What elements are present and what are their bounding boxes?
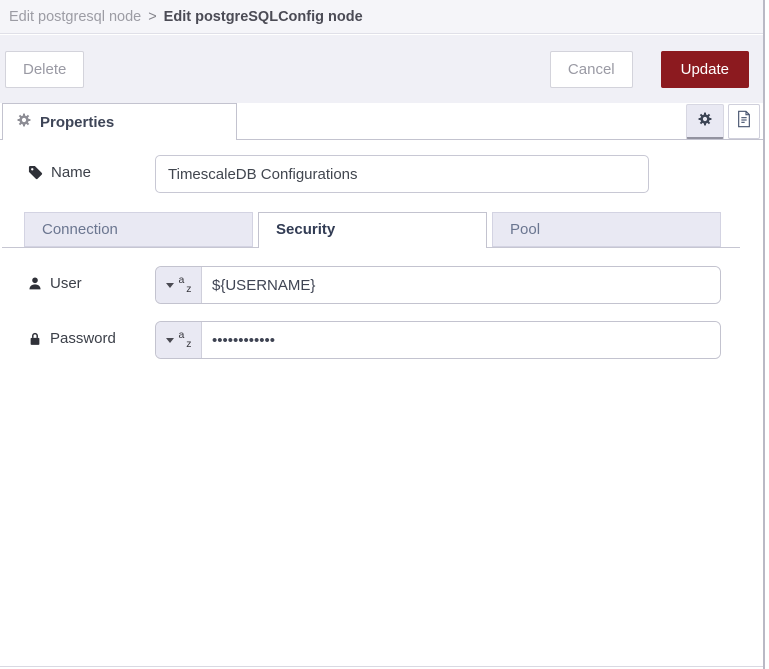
description-view-button[interactable] <box>728 104 760 139</box>
user-icon <box>29 277 41 290</box>
user-type-select-button[interactable]: a z <box>156 267 202 303</box>
tab-properties[interactable]: Properties <box>2 103 237 140</box>
string-type-icon: a z <box>178 329 192 350</box>
password-typed-input: a z <box>155 321 721 359</box>
user-field-label: User <box>28 275 82 292</box>
breadcrumb: Edit postgresql node > Edit postgreSQLCo… <box>0 0 763 34</box>
user-typed-input: a z <box>155 266 721 304</box>
caret-down-icon <box>165 337 174 343</box>
string-type-icon: a z <box>178 274 192 295</box>
tab-properties-label: Properties <box>40 113 115 131</box>
tab-pool[interactable]: Pool <box>492 212 721 247</box>
edit-node-dialog: Edit postgresql node > Edit postgreSQLCo… <box>0 0 769 669</box>
tag-icon <box>28 165 43 180</box>
user-field-label-text: User <box>50 275 82 292</box>
breadcrumb-current: Edit postgreSQLConfig node <box>163 8 363 25</box>
password-field-label-text: Password <box>50 330 116 347</box>
properties-view-button[interactable] <box>686 104 724 139</box>
breadcrumb-separator: > <box>148 8 157 25</box>
user-input[interactable] <box>202 267 720 303</box>
dialog-toolbar: Delete Cancel Update <box>0 35 763 103</box>
tab-connection[interactable]: Connection <box>24 212 253 247</box>
password-input[interactable] <box>202 322 720 358</box>
name-field-label-text: Name <box>51 164 92 181</box>
name-input[interactable] <box>155 155 649 193</box>
config-section-tabs: Connection Security Pool <box>24 212 721 248</box>
caret-down-icon <box>165 282 174 288</box>
cancel-button[interactable]: Cancel <box>549 50 633 88</box>
password-type-select-button[interactable]: a z <box>156 322 202 358</box>
document-icon <box>736 110 752 133</box>
panel-right-edge <box>763 0 765 669</box>
lock-icon <box>30 332 40 345</box>
gear-icon <box>17 113 31 132</box>
breadcrumb-parent-link[interactable]: Edit postgresql node <box>9 9 141 25</box>
delete-button[interactable]: Delete <box>5 50 85 88</box>
tab-security[interactable]: Security <box>258 212 487 248</box>
panel-bottom-edge <box>0 666 763 667</box>
name-field-label: Name <box>28 164 91 181</box>
gear-icon <box>698 112 712 131</box>
password-field-label: Password <box>28 330 116 347</box>
update-button[interactable]: Update <box>660 50 749 88</box>
